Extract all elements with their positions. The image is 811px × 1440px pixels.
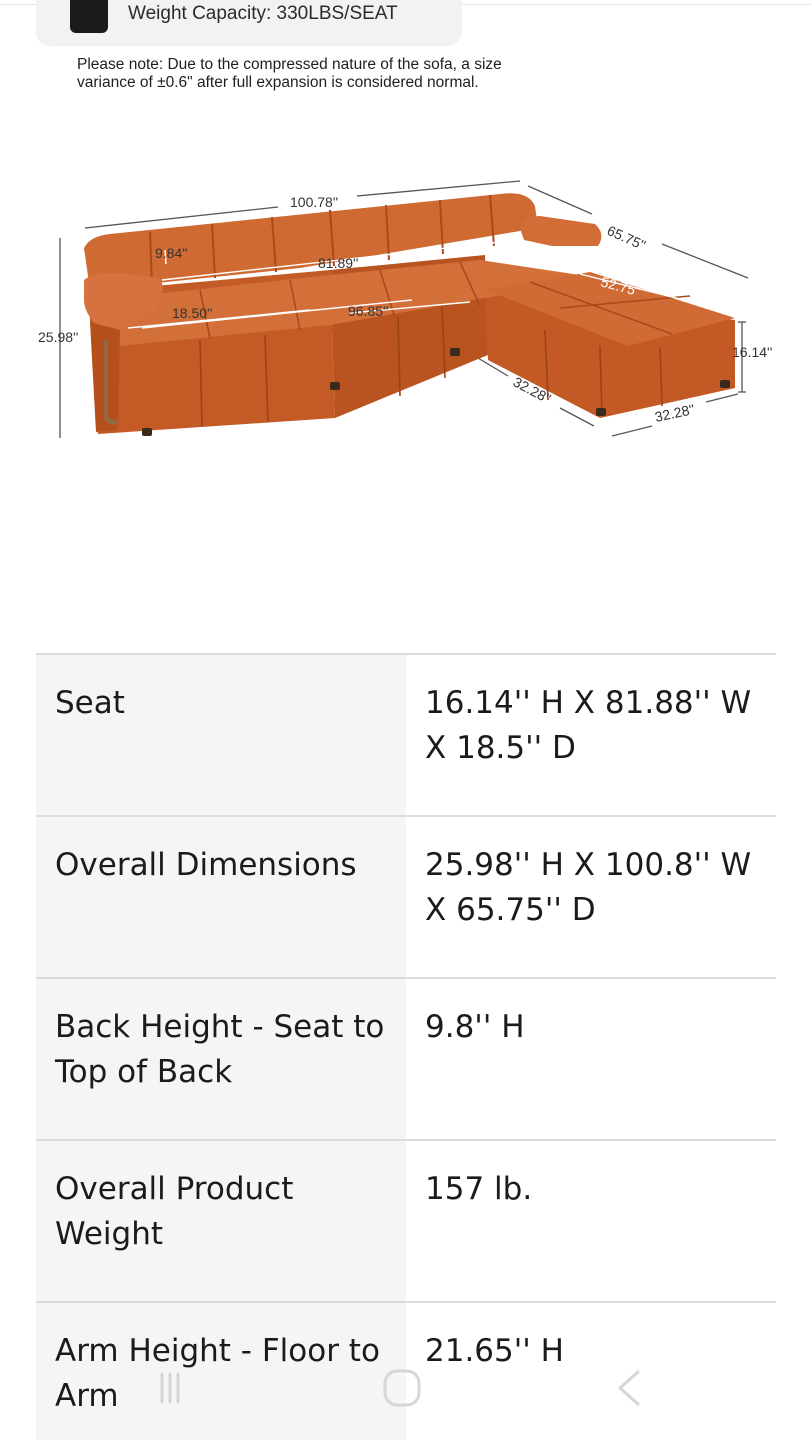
back-icon xyxy=(618,1370,640,1406)
table-row: Overall Dimensions 25.98'' H X 100.8'' W… xyxy=(36,817,776,979)
back-height-label: 9.84'' xyxy=(155,245,188,261)
weight-capacity-text: Weight Capacity: 330LBS/SEAT xyxy=(128,3,398,24)
recent-apps-button[interactable] xyxy=(140,1366,200,1410)
spec-label: Overall Product Weight xyxy=(36,1141,406,1301)
spec-label: Seat xyxy=(36,655,406,815)
sofa-dimension-diagram: 100.78'' 65.75'' 9.84'' 81.89'' 52.75'' … xyxy=(38,180,772,438)
spec-value: 157 lb. xyxy=(406,1141,776,1301)
seat-height-label: 16.14'' xyxy=(732,344,772,360)
seat-width-label: 81.89'' xyxy=(318,255,358,271)
spec-value: 16.14'' H X 81.88'' W X 18.5'' D xyxy=(406,655,776,815)
table-row: Seat 16.14'' H X 81.88'' W X 18.5'' D xyxy=(36,655,776,817)
table-row: Back Height - Seat to Top of Back 9.8'' … xyxy=(36,979,776,1141)
size-variance-note: Please note: Due to the compressed natur… xyxy=(77,56,597,92)
spec-label: Back Height - Seat to Top of Back xyxy=(36,979,406,1139)
home-icon xyxy=(383,1369,421,1407)
spec-value: 9.8'' H xyxy=(406,979,776,1139)
system-navigation-bar xyxy=(0,1360,811,1416)
overall-height-label: 25.98'' xyxy=(38,329,78,345)
overall-depth-label: 65.75'' xyxy=(605,222,648,253)
seat-icon xyxy=(70,0,108,33)
table-row: Overall Product Weight 157 lb. xyxy=(36,1141,776,1303)
home-button[interactable] xyxy=(372,1366,432,1410)
overall-width-label: 100.78'' xyxy=(290,194,338,210)
seat-depth-label: 18.50'' xyxy=(172,305,212,321)
recent-apps-icon xyxy=(160,1372,180,1404)
note-line-2: variance of ±0.6" after full expansion i… xyxy=(77,74,479,91)
spec-label: Overall Dimensions xyxy=(36,817,406,977)
specifications-table: Seat 16.14'' H X 81.88'' W X 18.5'' D Ov… xyxy=(36,653,776,1440)
product-spec-page: Weight Capacity: 330LBS/SEAT Please note… xyxy=(0,0,811,1440)
note-line-1: Please note: Due to the compressed natur… xyxy=(77,56,502,73)
total-seat-width-label: 96.85'' xyxy=(348,303,388,319)
back-button[interactable] xyxy=(600,1366,660,1410)
spec-value: 25.98'' H X 100.8'' W X 65.75'' D xyxy=(406,817,776,977)
